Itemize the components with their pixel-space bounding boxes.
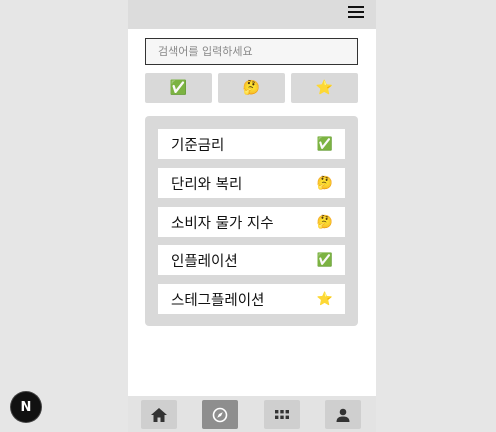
term-label: 인플레이션 [171,253,238,270]
bottom-nav [128,396,376,432]
star-icon: ⭐ [316,291,333,307]
term-list: 기준금리 ✅ 단리와 복리 🤔 소비자 물가 지수 🤔 인플레이션 ✅ 스테그플… [145,116,358,326]
list-item[interactable]: 인플레이션 ✅ [158,245,345,275]
term-label: 단리와 복리 [171,176,243,193]
list-item[interactable]: 스테그플레이션 ⭐ [158,284,345,314]
term-label: 소비자 물가 지수 [171,215,274,232]
list-item[interactable]: 단리와 복리 🤔 [158,168,345,198]
filter-known-button[interactable]: ✅ [145,73,212,103]
list-item[interactable]: 소비자 물가 지수 🤔 [158,207,345,237]
check-mark-icon: ✅ [316,136,333,152]
nav-explore-button[interactable] [202,400,238,429]
top-bar [128,0,376,29]
filter-starred-button[interactable]: ⭐ [291,73,358,103]
thinking-face-icon: 🤔 [242,80,261,96]
hamburger-menu-icon[interactable] [348,6,364,20]
filter-bar: ✅ 🤔 ⭐ [145,73,358,103]
compass-icon [212,407,228,422]
nav-apps-button[interactable] [264,400,300,429]
badge-letter: N [20,399,32,415]
check-mark-icon: ✅ [316,252,333,268]
nav-home-button[interactable] [141,400,177,429]
term-label: 기준금리 [171,137,225,154]
check-mark-icon: ✅ [169,80,188,96]
thinking-face-icon: 🤔 [316,214,333,230]
next-dev-badge[interactable]: N [11,392,41,422]
star-icon: ⭐ [315,80,334,96]
filter-unsure-button[interactable]: 🤔 [218,73,285,103]
apps-grid-icon [275,409,289,419]
phone-frame: ✅ 🤔 ⭐ 기준금리 ✅ 단리와 복리 🤔 소비자 물가 지수 🤔 인플레이션 … [128,0,376,432]
nav-profile-button[interactable] [325,400,361,429]
thinking-face-icon: 🤔 [316,175,333,191]
home-icon [151,407,167,422]
profile-icon [336,408,350,422]
list-item[interactable]: 기준금리 ✅ [158,129,345,159]
term-label: 스테그플레이션 [171,292,265,309]
search-input[interactable] [145,38,358,65]
